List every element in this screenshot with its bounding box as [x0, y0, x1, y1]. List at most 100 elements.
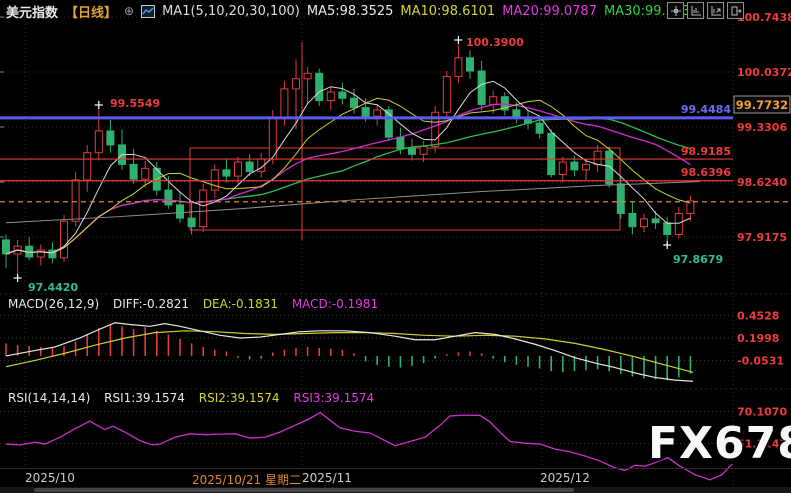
candle-body [210, 169, 219, 191]
y-axis-label: 0.4528 [737, 309, 779, 322]
y-axis-label: 98.6240 [737, 176, 787, 189]
candle-body [83, 152, 92, 181]
candle-body [187, 217, 196, 228]
candle-body [547, 132, 556, 176]
axis-zoom-button[interactable] [687, 2, 704, 19]
candle-body [350, 97, 358, 109]
candle-body [628, 212, 637, 228]
candle-body [419, 146, 428, 155]
ma10-line [5, 97, 691, 255]
candle-body [71, 179, 80, 222]
candle-body [558, 161, 567, 176]
rsi-header: RSI(14,14,14) RSI1:39.1574 RSI2:39.1574 … [8, 391, 384, 405]
candle-body [2, 239, 10, 255]
candle-body [674, 212, 683, 235]
y-axis-label: 100.0372 [737, 66, 791, 79]
pan-tool-button[interactable] [667, 2, 684, 19]
candle-body [396, 136, 405, 150]
candle-body [36, 249, 45, 258]
y-axis-label: 99.3306 [737, 121, 787, 134]
symbol-name: 美元指数 [6, 5, 59, 21]
collapse-right-button[interactable] [727, 2, 744, 19]
ma10-value: MA10:98.6101 [400, 3, 496, 19]
price-annotation: 97.4420 [28, 281, 78, 294]
candle-body [60, 220, 68, 259]
candle-body [326, 91, 335, 102]
candle-body [408, 148, 416, 155]
macd-diff-line [5, 322, 694, 382]
candle-body [477, 70, 486, 105]
candle-body [106, 130, 115, 146]
price-annotation: 100.3900 [466, 36, 524, 49]
candle-body [222, 169, 231, 177]
scrollbar-thumb[interactable] [34, 488, 574, 492]
candle-body [605, 150, 614, 185]
candle-body [199, 189, 208, 228]
candle-body [373, 109, 382, 117]
x-label-dec: 2025/12 [540, 471, 590, 485]
price-annotation: 99.5549 [110, 97, 160, 110]
candle-body [466, 57, 474, 72]
toolbar [667, 2, 744, 19]
price-annotation: 98.9185 [681, 145, 731, 158]
rsi1-value: RSI1:39.1574 [104, 391, 185, 405]
price-tag-label: 99.7732 [736, 98, 788, 112]
candle-body [129, 163, 138, 180]
candle-body [141, 167, 150, 180]
axis-pan-button[interactable] [707, 2, 724, 19]
candle-body [535, 122, 544, 134]
candle-body [593, 150, 602, 165]
candle-body [315, 72, 324, 102]
watermark: FX678 [648, 418, 791, 469]
ma20-value: MA20:99.0787 [502, 3, 597, 19]
candle-body [651, 218, 660, 224]
candle-body [361, 107, 370, 117]
candle-body [616, 183, 625, 214]
candle-body [292, 78, 300, 90]
y-axis-label: 0.1998 [737, 332, 779, 345]
x-label-nov: 2025/11 [302, 471, 352, 485]
y-axis-label: 97.9175 [737, 231, 787, 244]
y-axis-label: -0.0531 [737, 355, 784, 368]
macd-diff-value: DIFF:-0.2821 [112, 297, 189, 311]
candle-body [164, 189, 173, 206]
macd-params-label: MACD(26,12,9) [8, 297, 100, 311]
candle-body [663, 222, 672, 235]
price-annotation: 98.6396 [681, 166, 731, 179]
x-axis-row: 2025/10 2025/10/21 星期二 2025/11 2025/12 [0, 468, 791, 488]
macd-macd-value: MACD:-0.1981 [291, 297, 379, 311]
candle-body [303, 72, 312, 80]
candle-body [582, 163, 590, 171]
macd-header: MACD(26,12,9) DIFF:-0.2821 DEA:-0.1831 M… [8, 297, 388, 311]
candle-body [234, 161, 242, 177]
x-label-selected-date: 2025/10/21 星期二 [192, 473, 301, 487]
candle-body [176, 204, 184, 219]
candle-body [94, 130, 103, 154]
candle-body [454, 57, 463, 77]
candle-body [280, 88, 289, 119]
candle-body [338, 91, 347, 99]
add-indicator-icon[interactable]: ⊕ [124, 4, 134, 18]
candle-body [570, 161, 579, 171]
candle-body [489, 96, 498, 105]
ma-params-label: MA1(5,10,20,30,100) [162, 3, 300, 19]
x-label-oct: 2025/10 [25, 471, 75, 485]
chart-header: 美元指数 【日线】 ⊕ MA1(5,10,20,30,100) MA5:98.3… [0, 0, 691, 22]
macd-dea-line [5, 330, 694, 373]
price-annotation: 97.8679 [673, 253, 723, 266]
candle-body [442, 75, 451, 113]
scrollbar-track[interactable] [0, 487, 791, 493]
price-annotation: 99.4484 [681, 103, 731, 116]
candle-body [640, 218, 648, 228]
period-label[interactable]: 【日线】 [65, 2, 117, 21]
macd-dea-value: DEA:-0.1831 [202, 297, 278, 311]
rsi2-value: RSI2:39.1574 [198, 391, 280, 405]
rsi3-value: RSI3:39.1574 [293, 391, 375, 405]
trading-chart-window: 100.7438 100.0372 99.3306 98.6240 97.9175 0.4… [0, 0, 791, 493]
chart-type-icon[interactable] [141, 4, 156, 18]
y-axis-label: 70.1070 [737, 406, 787, 419]
ma5-value: MA5:98.3525 [306, 3, 394, 19]
candle-body [245, 161, 254, 172]
rsi-params-label: RSI(14,14,14) [8, 391, 91, 405]
y-axis-label: 100.7438 [737, 11, 791, 24]
